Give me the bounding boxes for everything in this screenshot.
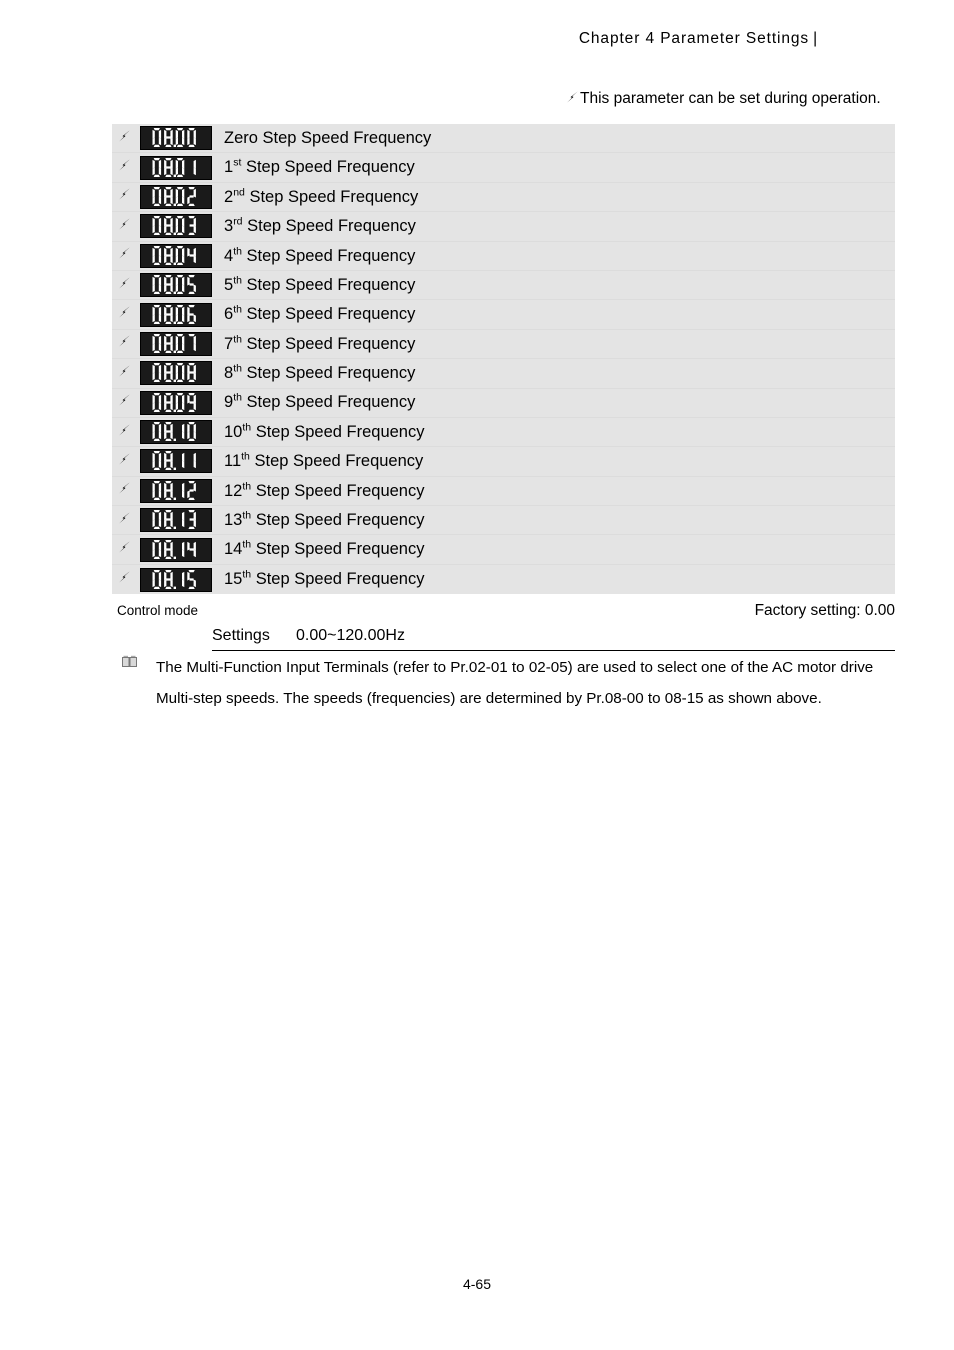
pencil-icon (566, 90, 579, 108)
settings-value: 0.00~120.00Hz (296, 627, 405, 644)
pencil-icon (112, 394, 136, 409)
parameter-code-display (140, 537, 212, 562)
page-number: 4-65 (462, 1276, 492, 1292)
page-header-bar: | (813, 30, 818, 47)
settings-label: Settings (212, 627, 270, 644)
page-header: Chapter 4 Parameter Settings | (579, 30, 818, 48)
pencil-icon (112, 365, 136, 380)
table-row: 9th Step Speed Frequency (112, 389, 895, 418)
table-row: 8th Step Speed Frequency (112, 359, 895, 389)
parameter-name: 15th Step Speed Frequency (224, 568, 425, 589)
operation-note-text: This parameter can be set during operati… (580, 90, 881, 107)
parameter-code-display (140, 302, 212, 327)
table-row: 5th Step Speed Frequency (112, 271, 895, 301)
pencil-icon (112, 306, 136, 321)
pencil-icon (112, 512, 136, 527)
page-header-title: Chapter 4 Parameter Settings (578, 30, 810, 47)
table-row: 11th Step Speed Frequency (112, 447, 895, 477)
parameter-table: Zero Step Speed Frequency 1st Step Speed … (112, 124, 895, 595)
parameter-name: 9th Step Speed Frequency (224, 391, 416, 412)
table-row: 7th Step Speed Frequency (112, 330, 895, 360)
pencil-icon (112, 482, 136, 497)
parameter-name: 2nd Step Speed Frequency (224, 186, 419, 206)
book-icon (122, 655, 142, 671)
parameter-code-display (140, 361, 212, 386)
body-note-text: The Multi-Function Input Terminals (refe… (156, 659, 874, 707)
parameter-name: 7th Step Speed Frequency (224, 333, 416, 353)
parameter-name: 13th Step Speed Frequency (224, 509, 425, 530)
parameter-code-display (140, 126, 212, 151)
parameter-name: 1st Step Speed Frequency (224, 156, 415, 177)
table-row: 12th Step Speed Frequency (112, 477, 895, 507)
pencil-icon (112, 188, 136, 203)
parameter-name: 6th Step Speed Frequency (224, 303, 416, 324)
pencil-icon (112, 277, 136, 292)
pencil-icon (112, 159, 136, 174)
operation-note: This parameter can be set during operati… (566, 90, 881, 108)
page-footer: 4-65 (0, 1276, 954, 1292)
parameter-code-display (140, 184, 212, 209)
pencil-icon (112, 541, 136, 556)
parameter-name: 14th Step Speed Frequency (224, 538, 425, 559)
parameter-name: 8th Step Speed Frequency (224, 362, 416, 383)
parameter-name: 10th Step Speed Frequency (224, 421, 425, 441)
parameter-name: 3rd Step Speed Frequency (224, 215, 416, 236)
parameter-code-display (140, 155, 212, 180)
parameter-code-display (140, 567, 212, 592)
table-row: 1st Step Speed Frequency (112, 153, 895, 183)
pencil-icon (112, 335, 136, 350)
table-row: 13th Step Speed Frequency (112, 506, 895, 536)
parameter-code-display (140, 508, 212, 533)
table-row: 15th Step Speed Frequency (112, 565, 895, 594)
parameter-code-display (140, 243, 212, 268)
table-row: 14th Step Speed Frequency (112, 535, 895, 565)
settings-row: Settings 0.00~120.00Hz (212, 627, 895, 651)
parameter-code-display (140, 331, 212, 356)
control-mode-label: Control mode (117, 603, 199, 618)
parameter-code-display (140, 449, 212, 474)
pencil-icon (112, 571, 136, 586)
parameter-name: 11th Step Speed Frequency (224, 450, 424, 471)
parameter-name: Zero Step Speed Frequency (224, 128, 432, 147)
parameter-name: 4th Step Speed Frequency (224, 245, 416, 265)
pencil-icon (112, 130, 136, 145)
table-row: 3rd Step Speed Frequency (112, 212, 895, 242)
parameter-code-display (140, 478, 212, 503)
parameter-code-display (140, 273, 212, 298)
table-row: 6th Step Speed Frequency (112, 300, 895, 330)
table-row: 10th Step Speed Frequency (112, 418, 895, 448)
parameter-code-display (140, 420, 212, 445)
table-row: Zero Step Speed Frequency (112, 124, 895, 154)
pencil-icon (112, 424, 136, 439)
parameter-code-display (140, 390, 212, 415)
table-row: 4th Step Speed Frequency (112, 242, 895, 271)
factory-setting-label: Factory setting: 0.00 (754, 602, 895, 619)
control-mode-strip: Control mode Factory setting: 0.00 (112, 602, 895, 625)
parameter-code-display (140, 214, 212, 239)
body-note: The Multi-Function Input Terminals (refe… (122, 652, 912, 714)
pencil-icon (112, 453, 136, 468)
table-row: 2nd Step Speed Frequency (112, 183, 895, 213)
parameter-name: 5th Step Speed Frequency (224, 274, 416, 294)
parameter-name: 12th Step Speed Frequency (224, 480, 425, 500)
pencil-icon (112, 247, 136, 262)
pencil-icon (112, 218, 136, 233)
